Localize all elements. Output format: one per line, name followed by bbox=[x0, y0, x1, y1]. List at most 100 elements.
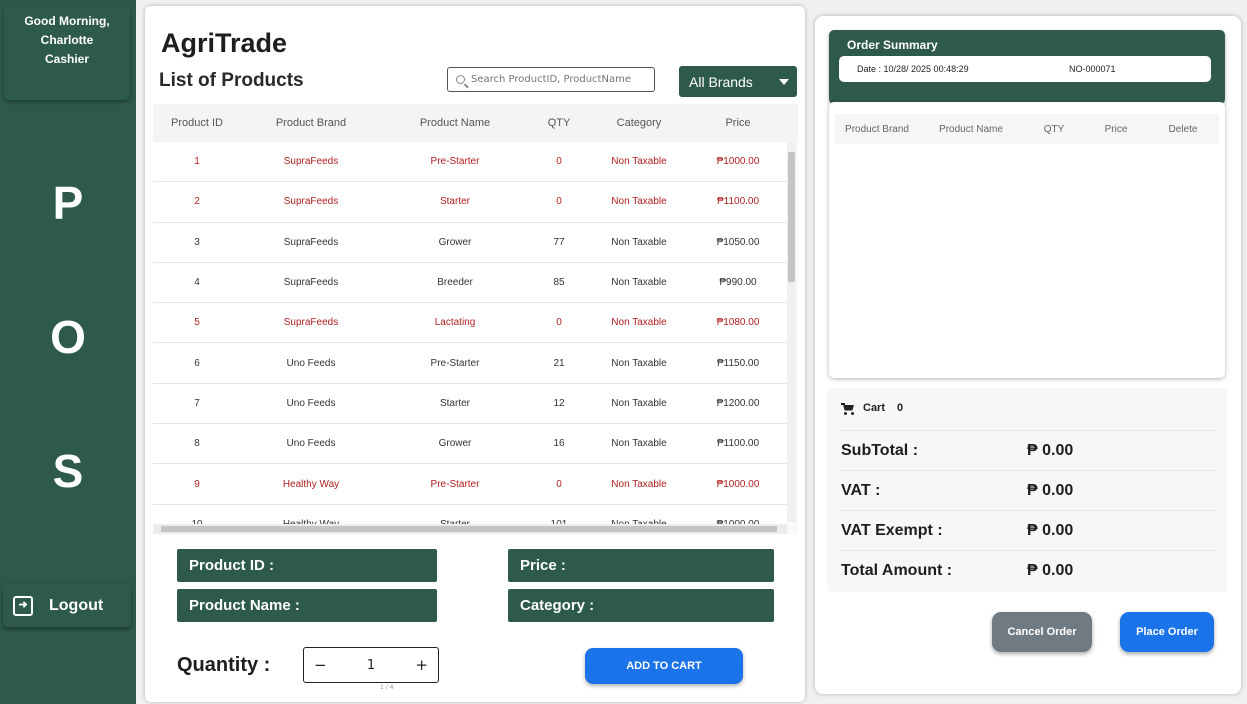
cart-col-qty: QTY bbox=[1043, 123, 1065, 135]
products-table: Product ID Product Brand Product Name QT… bbox=[153, 104, 798, 534]
cell-price: ₱1150.00 bbox=[716, 357, 760, 369]
vat-exempt-label: VAT Exempt : bbox=[841, 521, 943, 539]
cell-qty: 21 bbox=[553, 357, 565, 369]
product-id-field: Product ID : bbox=[177, 549, 437, 582]
cancel-order-button[interactable]: Cancel Order bbox=[992, 612, 1092, 652]
cell-qty: 85 bbox=[553, 277, 565, 289]
table-row[interactable]: 9 Healthy Way Pre-Starter 0 Non Taxable ₱1000… bbox=[153, 464, 787, 505]
product-name-label: Product Name : bbox=[189, 597, 300, 614]
table-row[interactable]: 4 SupraFeeds Breeder 85 Non Taxable ₱990.00 bbox=[153, 262, 787, 304]
table-row[interactable]: 2 SupraFeeds Starter 0 Non Taxable ₱1100.00 bbox=[153, 182, 787, 223]
horizontal-scroll-thumb[interactable] bbox=[161, 526, 777, 532]
increment-button[interactable]: + bbox=[415, 656, 428, 674]
col-header-price[interactable]: Price bbox=[689, 117, 787, 129]
table-row[interactable]: 1 SupraFeeds Pre-Starter 0 Non Taxable ₱1000.… bbox=[153, 142, 787, 183]
table-row[interactable]: 6 Uno Feeds Pre-Starter 21 Non Taxable ₱1150.… bbox=[153, 343, 787, 384]
cart-table: Product Brand Product Name QTY Price Del… bbox=[829, 102, 1225, 378]
order-summary-header: Order Summary Date : 10/28/ 2025 00:48:2… bbox=[829, 30, 1225, 104]
vat-exempt-value: ₱ 0.00 bbox=[1027, 521, 1074, 539]
cart-icon bbox=[841, 402, 855, 415]
table-row[interactable]: 3 SupraFeeds Grower 77 Non Taxable ₱1050.00 bbox=[153, 222, 787, 263]
cell-product-name: Pre-Starter bbox=[430, 357, 480, 369]
logout-button[interactable]: ➜ Logout bbox=[3, 584, 131, 627]
table-row[interactable]: 10 Healthy Way Starter 101 Non Taxable ₱1000.… bbox=[153, 504, 787, 526]
col-header-category[interactable]: Category bbox=[589, 117, 689, 129]
vertical-scrollbar[interactable] bbox=[787, 142, 796, 522]
subtotal-row: SubTotal : ₱ 0.00 bbox=[841, 430, 1217, 470]
cell-qty: 16 bbox=[553, 438, 565, 450]
price-field: Price : bbox=[508, 549, 774, 582]
place-order-button[interactable]: Place Order bbox=[1120, 612, 1214, 652]
cell-product-brand: Uno Feeds bbox=[286, 357, 336, 369]
cell-qty: 0 bbox=[556, 317, 562, 329]
cell-product-id: 5 bbox=[194, 317, 200, 329]
total-amount-label: Total Amount : bbox=[841, 561, 953, 579]
col-header-qty[interactable]: QTY bbox=[529, 117, 589, 129]
total-amount-row: Total Amount : ₱ 0.00 bbox=[841, 550, 1217, 590]
cell-product-brand: Uno Feeds bbox=[286, 438, 336, 450]
vat-row: VAT : ₱ 0.00 bbox=[841, 470, 1217, 510]
order-date: Date : 10/28/ 2025 00:48:29 bbox=[857, 64, 969, 74]
cart-col-price: Price bbox=[1104, 123, 1128, 135]
cell-category: Non Taxable bbox=[611, 478, 667, 490]
order-panel: Order Summary Date : 10/28/ 2025 00:48:2… bbox=[815, 16, 1241, 694]
cell-price: ₱1100.00 bbox=[716, 438, 760, 450]
col-header-product-name[interactable]: Product Name bbox=[381, 117, 529, 129]
cell-qty: 0 bbox=[556, 196, 562, 208]
brand-filter-select[interactable]: All Brands bbox=[679, 66, 797, 97]
page-indicator: 1 / 4 bbox=[380, 684, 394, 691]
col-header-product-brand[interactable]: Product Brand bbox=[241, 117, 381, 129]
cell-product-brand: SupraFeeds bbox=[283, 156, 339, 168]
cell-price: ₱1000.00 bbox=[716, 478, 760, 490]
user-name: Charlotte bbox=[40, 33, 94, 47]
cell-category: Non Taxable bbox=[611, 156, 667, 168]
greeting-card: Good Morning, Charlotte Cashier bbox=[4, 4, 130, 100]
cell-qty: 0 bbox=[556, 156, 562, 168]
table-row[interactable]: 5 SupraFeeds Lactating 0 Non Taxable ₱1080.00 bbox=[153, 303, 787, 344]
search-box[interactable] bbox=[447, 67, 655, 92]
cell-product-id: 4 bbox=[194, 277, 200, 289]
cell-product-name: Breeder bbox=[437, 277, 473, 289]
list-title: List of Products bbox=[159, 70, 304, 91]
cell-price: ₱1100.00 bbox=[716, 196, 760, 208]
greeting-text: Good Morning, bbox=[24, 14, 110, 28]
product-id-label: Product ID : bbox=[189, 557, 274, 574]
add-to-cart-button[interactable]: ADD TO CART bbox=[585, 648, 743, 684]
pos-letter-p: P bbox=[52, 177, 84, 229]
cell-price: ₱1080.00 bbox=[716, 317, 760, 329]
vat-value: ₱ 0.00 bbox=[1027, 481, 1074, 499]
cell-product-id: 9 bbox=[194, 478, 200, 490]
cell-price: ₱1200.00 bbox=[716, 397, 760, 409]
category-label: Category : bbox=[520, 597, 595, 614]
pos-letter-s: S bbox=[52, 445, 84, 497]
cell-product-name: Lactating bbox=[434, 317, 476, 329]
horizontal-scrollbar[interactable] bbox=[153, 524, 787, 534]
order-number: NO-000071 bbox=[1069, 64, 1116, 74]
col-header-product-id[interactable]: Product ID bbox=[153, 117, 241, 129]
table-row[interactable]: 8 Uno Feeds Grower 16 Non Taxable ₱1100.00 bbox=[153, 424, 787, 465]
pos-letter-o: O bbox=[50, 311, 86, 363]
cart-table-header: Product Brand Product Name QTY Price Del… bbox=[835, 114, 1219, 144]
cell-product-name: Pre-Starter bbox=[430, 156, 480, 168]
cell-category: Non Taxable bbox=[611, 196, 667, 208]
cell-product-id: 3 bbox=[194, 236, 200, 248]
table-row[interactable]: 7 Uno Feeds Starter 12 Non Taxable ₱1200.00 bbox=[153, 383, 787, 425]
cell-product-brand: SupraFeeds bbox=[283, 196, 339, 208]
quantity-value[interactable]: 1 bbox=[367, 658, 375, 673]
price-label: Price : bbox=[520, 557, 566, 574]
cell-product-brand: Healthy Way bbox=[282, 478, 340, 490]
table-header: Product ID Product Brand Product Name QT… bbox=[153, 104, 798, 142]
cell-product-id: 1 bbox=[194, 156, 200, 168]
cell-product-brand: Uno Feeds bbox=[286, 397, 336, 409]
cell-category: Non Taxable bbox=[611, 277, 667, 289]
cart-col-delete: Delete bbox=[1168, 123, 1198, 135]
search-input[interactable] bbox=[471, 74, 651, 85]
vertical-scroll-thumb[interactable] bbox=[788, 152, 795, 282]
cart-indicator: Cart 0 bbox=[841, 402, 903, 415]
quantity-label: Quantity : bbox=[177, 654, 271, 676]
logout-icon: ➜ bbox=[13, 595, 33, 616]
decrement-button[interactable]: − bbox=[314, 656, 327, 674]
cell-category: Non Taxable bbox=[611, 357, 667, 369]
chevron-down-icon bbox=[779, 79, 789, 85]
quantity-stepper[interactable]: − 1 + bbox=[303, 647, 439, 683]
